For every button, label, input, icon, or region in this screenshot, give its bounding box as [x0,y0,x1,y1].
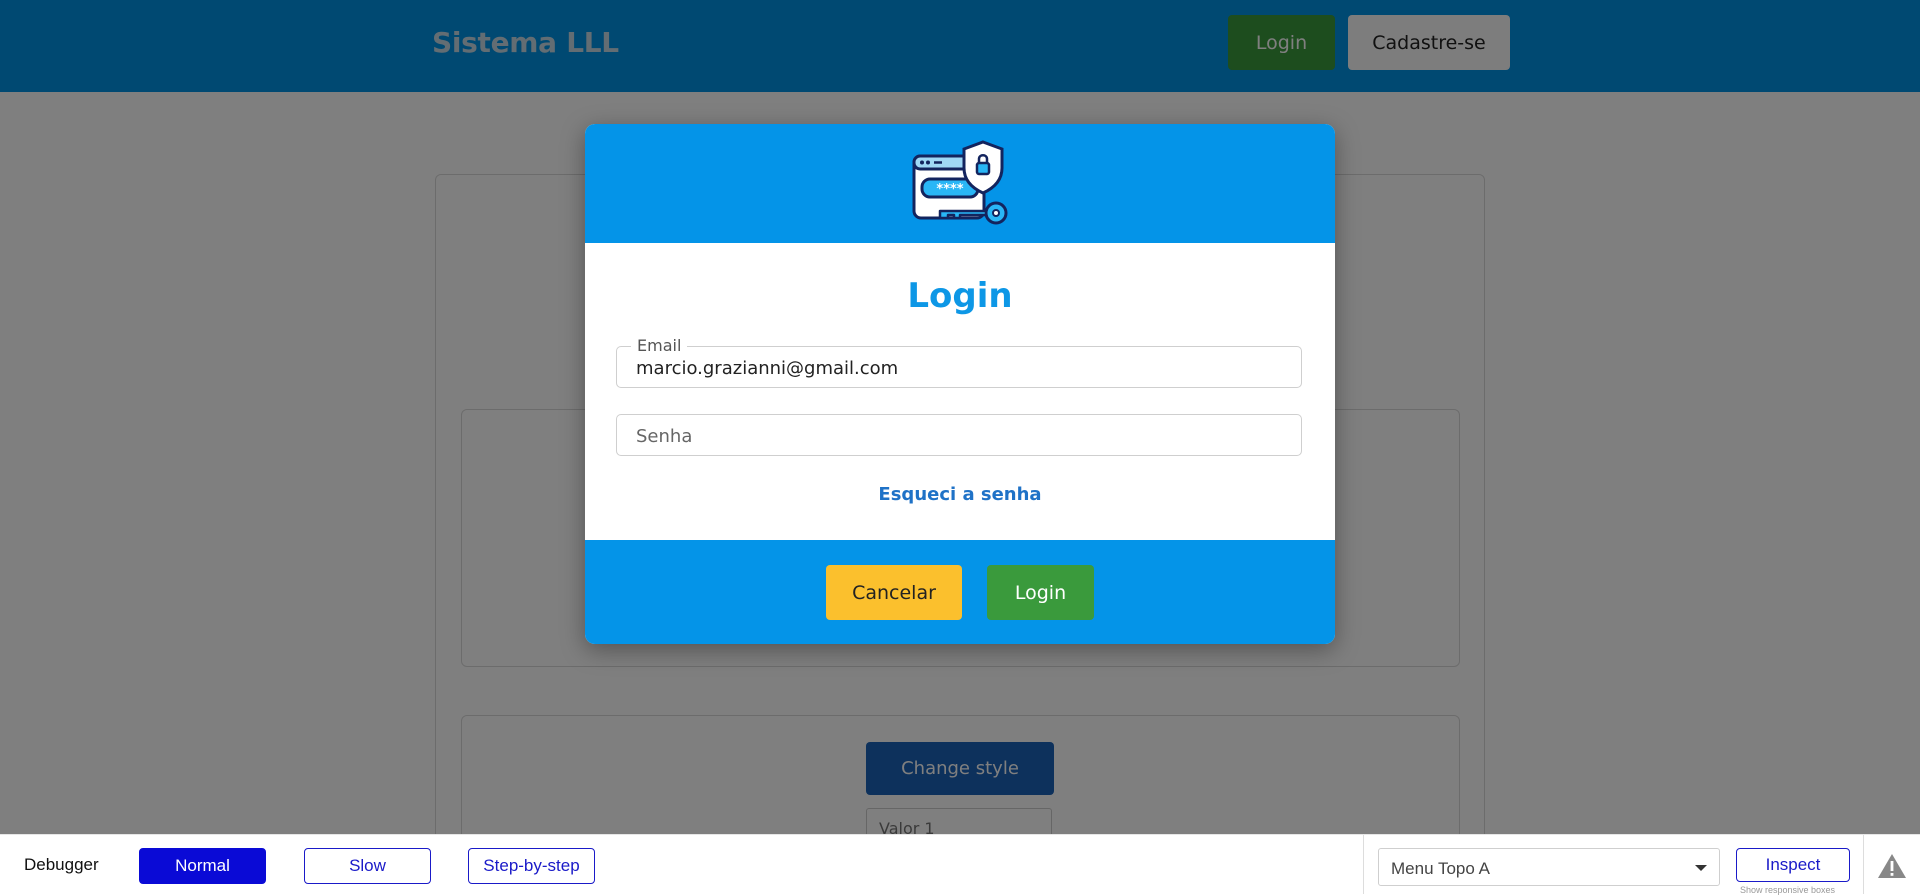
mode-step-button[interactable]: Step-by-step [468,848,595,884]
modal-header: **** [585,124,1335,243]
mode-normal-button[interactable]: Normal [139,848,266,884]
menu-select[interactable]: Menu Topo A [1378,848,1720,886]
login-submit-button[interactable]: Login [987,565,1094,620]
password-field[interactable]: Senha [616,414,1302,456]
debugger-bar: Debugger Normal Slow Step-by-step Menu T… [0,834,1920,895]
svg-text:****: **** [936,182,963,197]
login-modal: **** Login Email marcio.grazianni@gmail.… [585,124,1335,644]
email-field[interactable]: Email marcio.grazianni@gmail.com [616,336,1302,388]
password-security-icon: **** [912,140,1008,225]
inspect-button[interactable]: Inspect [1736,848,1850,882]
modal-title: Login [907,276,1013,316]
divider [1363,835,1364,894]
inspect-hint: Show responsive boxes [1740,885,1836,895]
mode-slow-button[interactable]: Slow [304,848,431,884]
email-value[interactable]: marcio.grazianni@gmail.com [636,358,898,379]
chevron-down-icon [1695,865,1707,871]
divider [1863,835,1864,894]
warning-icon[interactable] [1876,852,1908,880]
debugger-label: Debugger [24,855,99,874]
forgot-password-link[interactable]: Esqueci a senha [585,484,1335,505]
email-label: Email [631,336,688,355]
cancel-button[interactable]: Cancelar [826,565,962,620]
password-placeholder: Senha [636,426,693,447]
menu-select-value: Menu Topo A [1391,859,1490,878]
modal-footer: Cancelar Login [585,540,1335,644]
